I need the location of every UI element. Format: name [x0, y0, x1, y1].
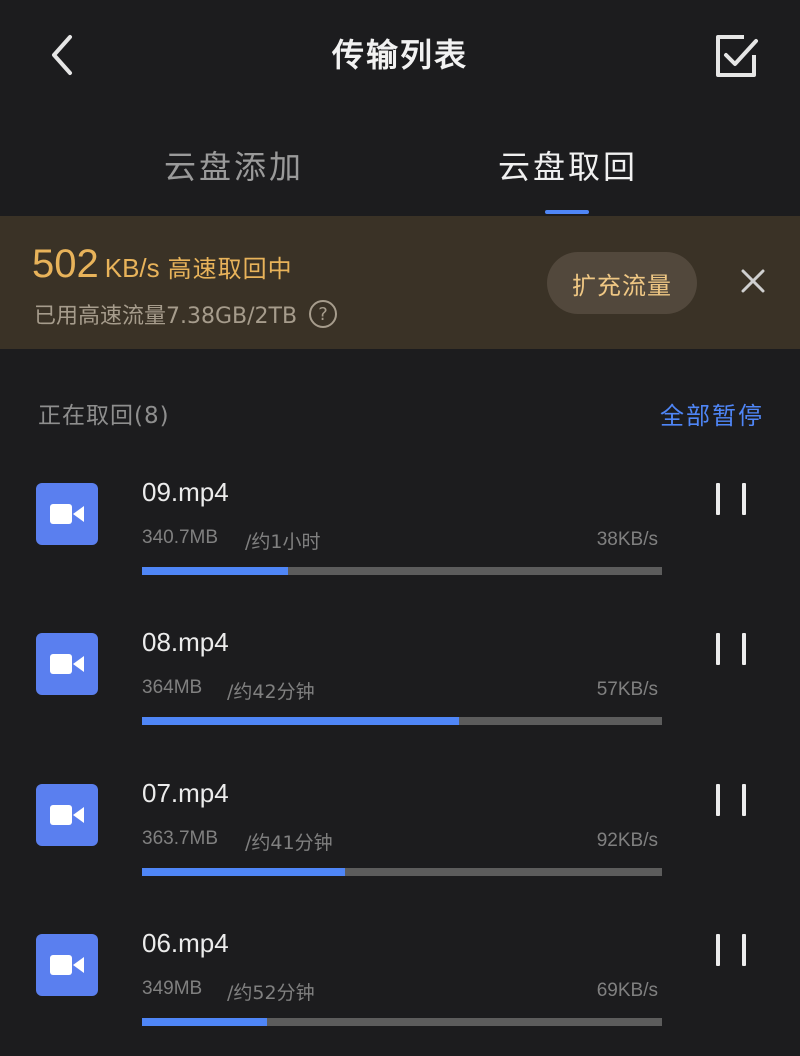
speed-unit: KB/s: [104, 253, 160, 283]
file-name: 07.mp4: [142, 778, 229, 808]
file-speed: 92KB/s: [596, 830, 658, 851]
pause-icon-bar: [716, 483, 720, 515]
pause-icon-bar: [742, 934, 746, 966]
transfer-item[interactable]: 06.mp4 349MB /约52分钟 69KB/s: [0, 928, 800, 1056]
pause-icon-bar: [716, 934, 720, 966]
pause-button[interactable]: [716, 784, 746, 820]
help-icon[interactable]: ?: [309, 300, 338, 328]
tab-cloud-add[interactable]: 云盘添加: [164, 142, 304, 188]
quota-text: 已用高速流量7.38GB/2TB: [34, 304, 298, 329]
close-icon: [741, 269, 765, 293]
pause-button[interactable]: [716, 633, 746, 669]
progress-bar: [142, 868, 662, 876]
file-eta: /约52分钟: [227, 982, 315, 1004]
video-file-icon: [36, 483, 98, 545]
file-name: 08.mp4: [142, 627, 229, 657]
video-file-icon: [36, 934, 98, 996]
pause-icon-bar: [742, 784, 746, 816]
file-speed: 38KB/s: [596, 529, 658, 550]
transfer-list-screen: 传输列表 云盘添加 云盘取回 502 KB/s 高速取回中 已用高速流量7.38…: [0, 0, 800, 1056]
speed-status: 高速取回中: [167, 255, 293, 283]
progress-fill: [142, 1018, 267, 1026]
file-size: 340.7MB: [142, 527, 219, 548]
file-speed: 69KB/s: [596, 980, 658, 1001]
pause-icon-bar: [742, 633, 746, 665]
file-size: 349MB: [142, 978, 203, 999]
multi-select-button[interactable]: [714, 33, 762, 81]
video-file-icon: [36, 784, 98, 846]
section-title: 正在取回(8): [38, 403, 170, 429]
tab-bar: 云盘添加 云盘取回: [0, 130, 800, 216]
tab-cloud-retrieve[interactable]: 云盘取回: [498, 142, 638, 188]
progress-fill: [142, 717, 460, 725]
pause-icon-bar: [742, 483, 746, 515]
file-size: 364MB: [142, 677, 203, 698]
pause-button[interactable]: [716, 934, 746, 970]
progress-fill: [142, 567, 288, 575]
progress-fill: [142, 868, 345, 876]
progress-bar: [142, 567, 662, 575]
quota-line: 已用高速流量7.38GB/2TB ?: [34, 298, 338, 330]
file-name: 09.mp4: [142, 477, 229, 507]
file-size: 363.7MB: [142, 828, 219, 849]
pause-button[interactable]: [716, 483, 746, 519]
active-tab-indicator: [545, 210, 589, 214]
pause-icon-bar: [716, 784, 720, 816]
speed-banner: 502 KB/s 高速取回中 已用高速流量7.38GB/2TB ? 扩充流量: [0, 216, 800, 349]
header: 传输列表: [0, 0, 800, 110]
transfer-item[interactable]: 07.mp4 363.7MB /约41分钟 92KB/s: [0, 778, 800, 934]
page-title: 传输列表: [331, 36, 468, 74]
close-banner-button[interactable]: [736, 264, 770, 298]
pause-all-button[interactable]: 全部暂停: [660, 396, 764, 431]
speed-value: 502: [32, 242, 99, 286]
file-speed: 57KB/s: [596, 679, 658, 700]
file-eta: /约42分钟: [227, 681, 315, 703]
progress-bar: [142, 1018, 662, 1026]
expand-traffic-button[interactable]: 扩充流量: [547, 252, 697, 314]
checkbox-icon: [716, 35, 758, 77]
file-eta: /约41分钟: [245, 832, 333, 854]
file-eta: /约1小时: [245, 531, 321, 553]
file-name: 06.mp4: [142, 928, 229, 958]
pause-icon-bar: [716, 633, 720, 665]
speed-line: 502 KB/s 高速取回中: [32, 242, 293, 287]
video-file-icon: [36, 633, 98, 695]
transfer-item[interactable]: 08.mp4 364MB /约42分钟 57KB/s: [0, 627, 800, 783]
transfer-item[interactable]: 09.mp4 340.7MB /约1小时 38KB/s: [0, 477, 800, 633]
progress-bar: [142, 717, 662, 725]
